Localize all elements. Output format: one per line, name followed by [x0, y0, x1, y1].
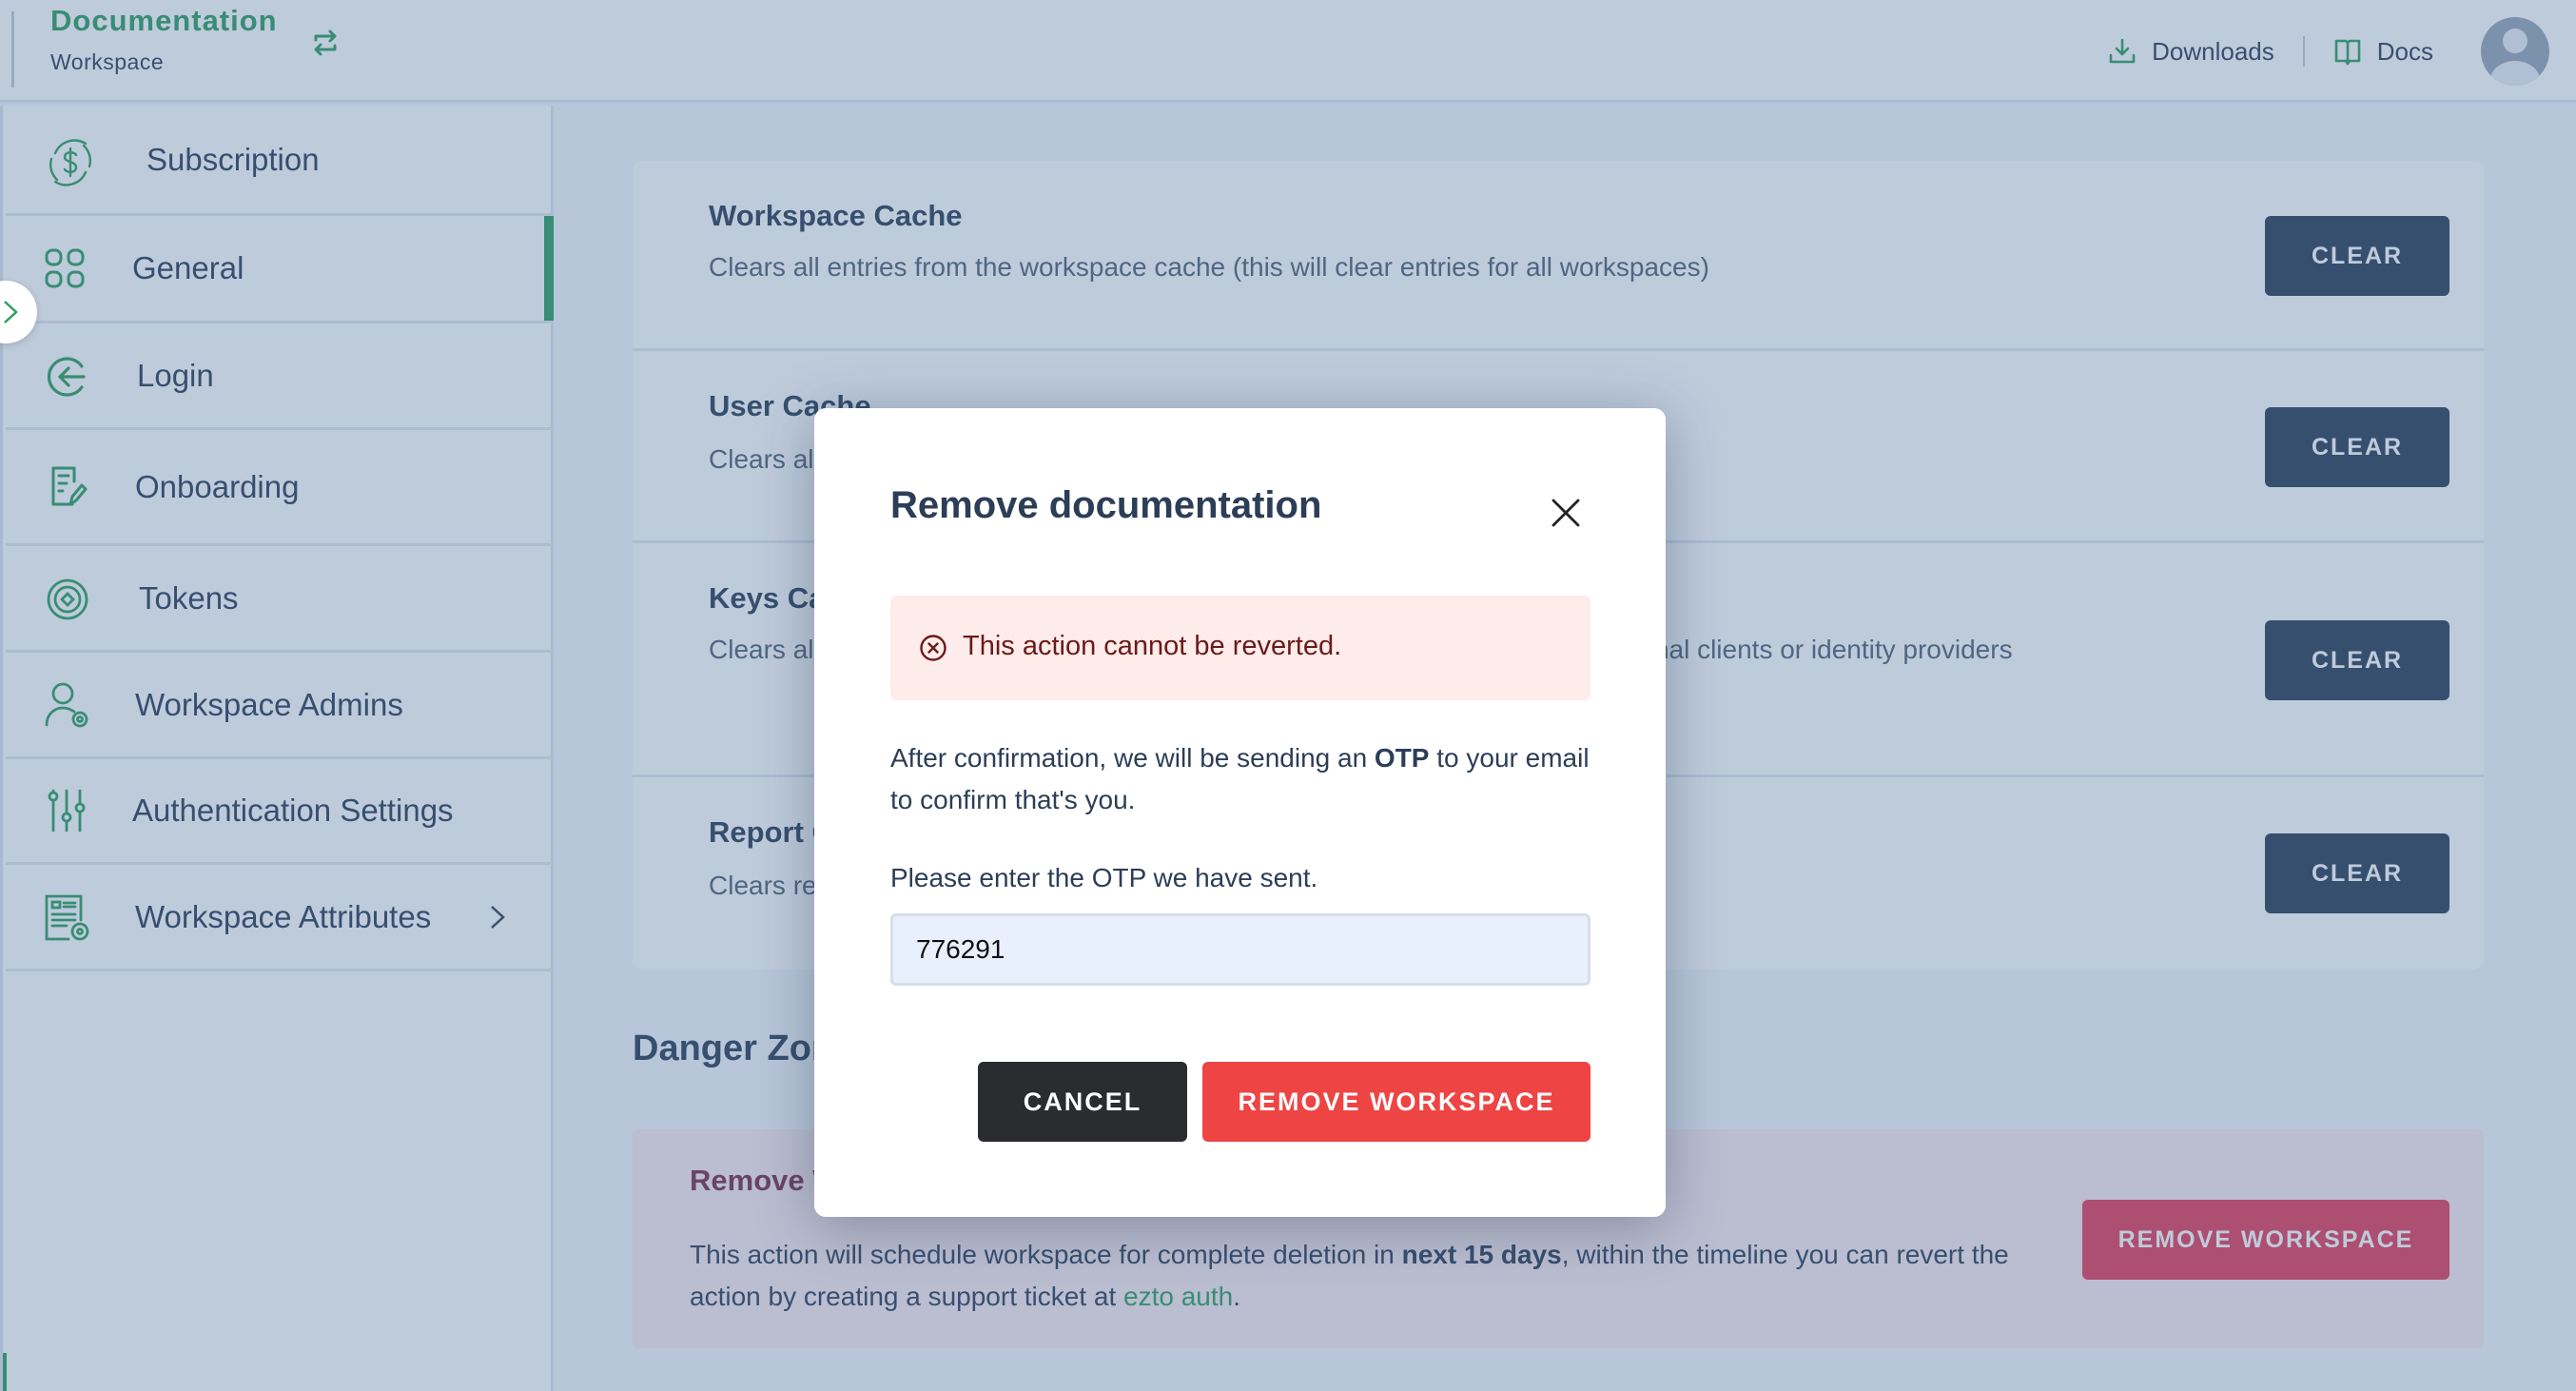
desc-bold: OTP — [1374, 743, 1430, 773]
cancel-button[interactable]: CANCEL — [978, 1062, 1187, 1142]
remove-workspace-dialog: Remove documentation This action cannot … — [814, 408, 1666, 1217]
error-circle-icon — [920, 635, 946, 661]
error-alert: This action cannot be reverted. — [890, 596, 1590, 700]
chevron-right-icon — [4, 301, 18, 323]
alert-text: This action cannot be reverted. — [963, 631, 1342, 661]
desc-text: After confirmation, we will be sending a… — [890, 743, 1375, 773]
dialog-description: After confirmation, we will be sending a… — [890, 737, 1590, 821]
otp-input[interactable] — [890, 913, 1590, 986]
confirm-remove-workspace-button[interactable]: REMOVE WORKSPACE — [1202, 1062, 1590, 1142]
close-icon[interactable] — [1551, 498, 1581, 528]
otp-label: Please enter the OTP we have sent. — [890, 863, 1318, 892]
dialog-title: Remove documentation — [890, 484, 1322, 526]
